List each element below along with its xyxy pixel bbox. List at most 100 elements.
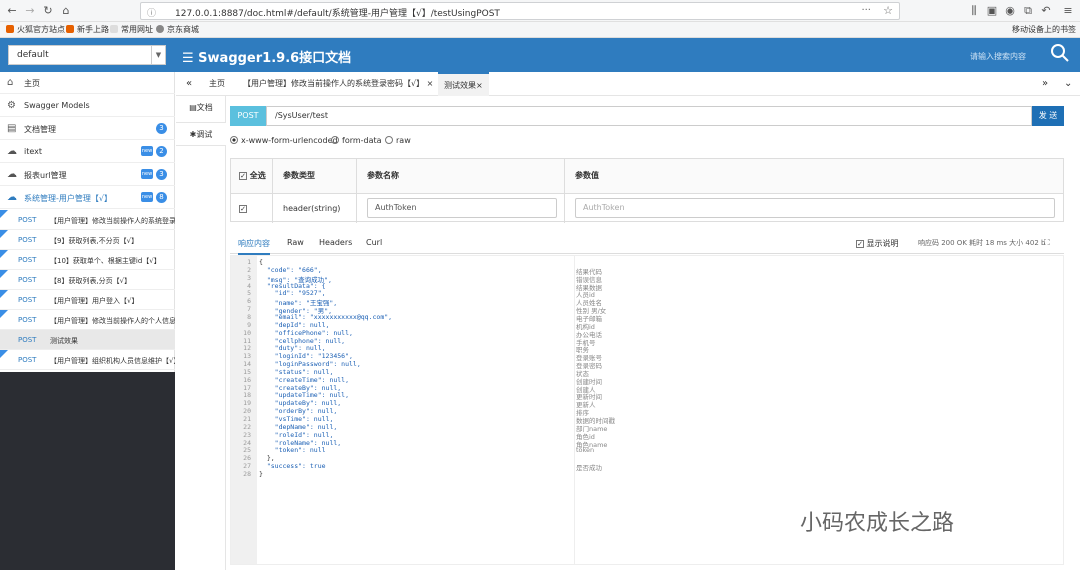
code-line: "email": "xxxxxxxxxxx@qq.com", xyxy=(259,312,393,321)
screenshot-icon[interactable]: ⧉ xyxy=(1020,3,1036,19)
home-icon[interactable]: ⌂ xyxy=(58,3,74,19)
corner-mark xyxy=(0,230,8,238)
param-name-input[interactable]: AuthToken xyxy=(367,198,557,218)
code-line: "token": null xyxy=(259,446,326,455)
checkbox[interactable]: ✓ xyxy=(239,205,247,213)
line-number: 5 xyxy=(247,289,251,298)
radio-form-data[interactable]: form-data xyxy=(331,136,382,145)
sidebar-icon[interactable]: ▣ xyxy=(984,3,1000,19)
corner-mark xyxy=(0,310,8,318)
code-line: "createBy": null, xyxy=(259,383,342,392)
tab-debug[interactable]: ✱调试 xyxy=(176,122,226,146)
app-title: ☰ Swagger1.9.6接口文档 xyxy=(182,51,352,66)
tab-curl[interactable]: Curl xyxy=(366,238,382,247)
method-label: POST xyxy=(230,106,266,126)
field-comment: token xyxy=(576,446,595,455)
menu-icon[interactable]: ≡ xyxy=(1060,3,1076,19)
tab-raw[interactable]: Raw xyxy=(287,238,304,247)
endpoint-item[interactable]: POST 【用户管理】用户登入【√】 xyxy=(0,290,175,310)
sidebar-item-user-manage[interactable]: ☁ 系统管理-用户管理【√】 new 8 xyxy=(0,187,175,209)
send-button[interactable]: 发 送 xyxy=(1032,106,1064,126)
show-desc-toggle[interactable]: ✓ 显示说明 xyxy=(856,238,899,249)
cloud-icon: ☁ xyxy=(7,192,17,203)
code-line: "orderBy": null, xyxy=(259,407,338,416)
forward-icon[interactable]: → xyxy=(22,3,38,19)
code-line: "resultData": { xyxy=(259,281,326,290)
tab-response-content[interactable]: 响应内容 xyxy=(238,238,270,255)
endpoint-item[interactable]: POST 【10】获取单个、根据主键id【√】 xyxy=(0,250,175,270)
tab-headers[interactable]: Headers xyxy=(319,238,352,247)
checkbox[interactable]: ✓ xyxy=(856,240,864,248)
code-line: "duty": null, xyxy=(259,344,326,353)
code-line: "code": "666", xyxy=(259,265,322,274)
tabs-menu-icon[interactable]: ⌄ xyxy=(1064,72,1072,96)
radio-urlencoded[interactable]: x-www-form-urlencoded xyxy=(230,136,338,145)
line-number: 9 xyxy=(247,320,251,329)
count-badge: 8 xyxy=(156,192,167,203)
endpoint-item-active[interactable]: POST 测试效果 xyxy=(0,330,175,350)
line-number: 21 xyxy=(243,415,251,423)
app-header: default ▼ ☰ Swagger1.9.6接口文档 请输入搜索内容 xyxy=(0,38,1080,72)
line-number: 27 xyxy=(243,462,251,471)
code-line: "loginPassword": null, xyxy=(259,360,361,369)
bookmark-star-icon[interactable]: ☆ xyxy=(883,4,893,17)
bookmark-3[interactable]: 常用网址 xyxy=(110,24,153,35)
endpoint-item[interactable]: POST 【用户管理】修改当前操作人的个人信息 xyxy=(0,310,175,330)
address-bar[interactable]: ⓘ 127.0.0.1:8887/doc.html#/default/系统管理-… xyxy=(140,2,900,20)
tab-doc[interactable]: ▤文档 xyxy=(176,96,226,120)
back-icon[interactable]: ← xyxy=(4,3,20,19)
sidebar-item-doc-manage[interactable]: ▤ 文档管理 3 xyxy=(0,118,175,140)
fullscreen-icon[interactable]: ⛶ xyxy=(1044,238,1050,248)
watermark: 小码农成长之路 xyxy=(800,511,955,536)
sidebar-item-home[interactable]: ⌂ 主页 xyxy=(0,72,175,94)
undo-icon[interactable]: ↶ xyxy=(1038,3,1054,19)
code-line: "roleName": null, xyxy=(259,438,342,447)
endpoint-item[interactable]: POST 【8】获取列表,分页【√】 xyxy=(0,270,175,290)
doc-icon: ▤ xyxy=(189,103,197,112)
mobile-bookmarks[interactable]: 移动设备上的书签 xyxy=(1012,24,1076,35)
code-line: "vsTime": null, xyxy=(259,415,334,423)
bookmark-4[interactable]: 京东商城 xyxy=(156,24,199,35)
close-icon[interactable]: × xyxy=(427,79,434,88)
code-line: } xyxy=(259,469,263,478)
library-icon[interactable]: ⫼ xyxy=(966,3,982,19)
tab-test-effect[interactable]: 测试效果× xyxy=(438,72,489,96)
code-line: "depName": null, xyxy=(259,422,338,431)
code-line: "status": null, xyxy=(259,367,334,376)
tabs-scroll-left-icon[interactable]: « xyxy=(186,72,192,96)
select-all-header[interactable]: ✓ 全选 xyxy=(231,159,273,193)
more-icon[interactable]: ··· xyxy=(861,5,871,16)
path-input[interactable]: /SysUser/test xyxy=(266,106,1032,126)
endpoint-item[interactable]: POST 【9】获取列表,不分页【√】 xyxy=(0,230,175,250)
account-icon[interactable]: ◉ xyxy=(1002,3,1018,19)
url-text: 127.0.0.1:8887/doc.html#/default/系统管理-用户… xyxy=(175,9,500,19)
param-value-input[interactable]: AuthToken xyxy=(575,198,1055,218)
reload-icon[interactable]: ↻ xyxy=(40,3,56,19)
bookmark-1[interactable]: 火狐官方站点 xyxy=(6,24,65,35)
sidebar-item-itext[interactable]: ☁ itext new 2 xyxy=(0,141,175,163)
line-number: 1 xyxy=(247,258,251,266)
search-icon[interactable] xyxy=(1050,43,1070,63)
tab-change-password[interactable]: 【用户管理】修改当前操作人的系统登录密码【√】 × xyxy=(243,72,433,96)
line-number: 12 xyxy=(243,344,251,353)
checkbox[interactable]: ✓ xyxy=(239,172,247,180)
endpoint-item[interactable]: POST 【用户管理】组织机构人员信息维护【√】 xyxy=(0,350,175,370)
line-number: 19 xyxy=(243,399,251,408)
radio-raw[interactable]: raw xyxy=(385,136,411,145)
tabs-scroll-right-icon[interactable]: » xyxy=(1042,72,1048,96)
sidebar-item-report-url[interactable]: ☁ 报表url管理 new 3 xyxy=(0,164,175,186)
param-name-cell: AuthToken xyxy=(357,193,565,223)
endpoint-item[interactable]: POST【用户管理】修改当前操作人的系统登录密码 xyxy=(0,210,175,230)
response-tabs: 响应内容 Raw Headers Curl ✓ 显示说明 响应码 200 OK … xyxy=(230,232,1064,255)
sidebar-item-swagger-models[interactable]: ⚙ Swagger Models xyxy=(0,95,175,117)
line-number: 8 xyxy=(247,312,251,321)
search-input[interactable]: 请输入搜索内容 xyxy=(970,51,1026,62)
close-icon[interactable]: × xyxy=(476,81,483,90)
line-number: 13 xyxy=(243,352,251,361)
tab-home[interactable]: 主页 xyxy=(209,72,225,96)
bookmark-2[interactable]: 新手上路 xyxy=(66,24,109,35)
code-line: "updateTime": null, xyxy=(259,391,350,400)
line-number: 15 xyxy=(243,367,251,376)
new-tag: new xyxy=(141,169,153,179)
group-select[interactable]: default ▼ xyxy=(8,45,166,65)
